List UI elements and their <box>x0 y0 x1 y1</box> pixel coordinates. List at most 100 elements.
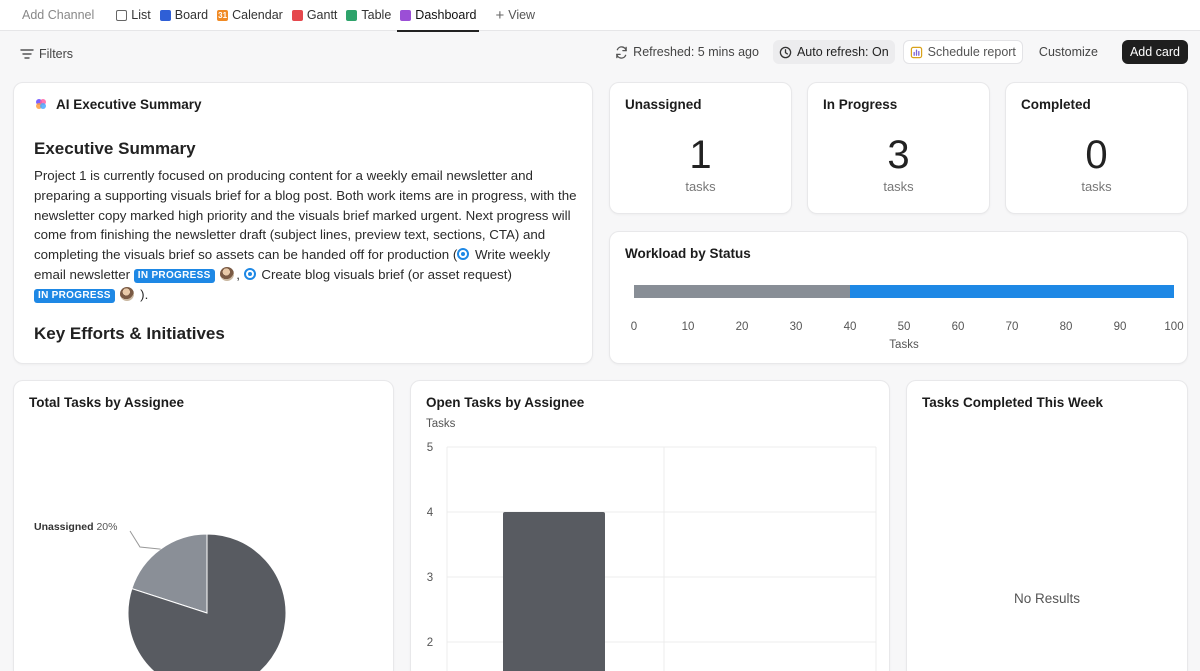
x-tick-label: 100 <box>1164 321 1183 333</box>
assignee-avatar <box>220 266 235 281</box>
plus-icon: + <box>495 6 505 24</box>
unassigned-count: 1 <box>689 133 712 177</box>
workload-chart: 0 10 20 30 40 50 60 70 80 90 100 Tasks <box>631 285 1184 351</box>
in-progress-title: In Progress <box>823 97 898 112</box>
tab-list[interactable]: List <box>116 0 151 31</box>
dashboard-toolbar: Filters Refreshed: 5 mins ago Auto refre… <box>0 31 1200 73</box>
tab-calendar[interactable]: 31 Calendar <box>217 0 283 31</box>
gantt-icon <box>291 9 303 21</box>
pie-label: Unassigned 20% <box>34 521 117 533</box>
tab-calendar-label: Calendar <box>232 8 283 22</box>
in-progress-card[interactable]: In Progress 3 tasks <box>807 82 990 214</box>
add-channel-label: Add Channel <box>22 8 95 22</box>
task-status-icon <box>457 248 470 261</box>
add-card-label: Add card <box>1129 45 1180 59</box>
ai-executive-summary-card: AI Executive Summary Executive Summary P… <box>13 82 593 364</box>
y-axis-label: Tasks <box>426 418 456 430</box>
executive-summary-text: Project 1 is currently focused on produc… <box>34 166 582 305</box>
key-efforts-heading: Key Efforts & Initiatives <box>34 324 225 343</box>
report-chart-icon <box>910 46 922 58</box>
filters-button[interactable]: Filters <box>20 42 73 66</box>
add-card-button[interactable]: Add card <box>1121 40 1188 64</box>
view-tab-bar: Add Channel List Board 31 Calendar Gantt… <box>0 0 1200 32</box>
completed-week-title: Tasks Completed This Week <box>922 395 1104 410</box>
clock-icon <box>779 46 792 58</box>
separator: , <box>236 266 240 282</box>
tab-table[interactable]: Table <box>346 0 391 31</box>
refresh-button[interactable]: Refreshed: 5 mins ago <box>609 40 765 64</box>
open-tasks-by-assignee-card: Open Tasks by Assignee Tasks 5 4 3 2 <box>410 380 890 671</box>
in-progress-count: 3 <box>887 133 910 177</box>
tab-table-label: Table <box>361 8 392 22</box>
x-tick-label: 70 <box>1006 321 1019 333</box>
ai-summary-title: AI Executive Summary <box>56 97 202 112</box>
status-badge: IN PROGRESS <box>34 288 115 303</box>
schedule-report-button[interactable]: Schedule report <box>902 40 1023 64</box>
pie-label-leader <box>129 530 161 550</box>
completed-card[interactable]: Completed 0 tasks <box>1005 82 1188 214</box>
tab-gantt-label: Gantt <box>306 8 338 22</box>
filters-label: Filters <box>39 47 74 61</box>
workload-segment-1 <box>850 285 1174 298</box>
add-view-button[interactable]: + View <box>495 0 535 31</box>
auto-refresh-label: Auto refresh: On <box>796 45 889 59</box>
completed-unit: tasks <box>1081 179 1112 194</box>
board-icon <box>159 9 171 21</box>
total-tasks-by-assignee-card: Total Tasks by Assignee Unassigned 20% <box>13 380 394 671</box>
x-tick-label: 20 <box>736 321 749 333</box>
completed-title: Completed <box>1021 97 1091 112</box>
x-tick-label: 80 <box>1060 321 1073 333</box>
summary-end: ). <box>140 286 149 302</box>
x-tick-label: 50 <box>898 321 911 333</box>
schedule-report-label: Schedule report <box>927 45 1016 59</box>
unassigned-card[interactable]: Unassigned 1 tasks <box>609 82 792 214</box>
customize-button[interactable]: Customize <box>1033 40 1104 64</box>
x-axis-label: Tasks <box>889 339 919 351</box>
table-icon <box>346 9 358 21</box>
completed-count: 0 <box>1085 133 1108 177</box>
x-tick-label: 10 <box>682 321 695 333</box>
tab-list-label: List <box>131 8 151 22</box>
in-progress-unit: tasks <box>883 179 914 194</box>
pie-chart: Unassigned 20% <box>34 521 287 671</box>
task-link-visuals-brief[interactable]: Create blog visuals brief (or asset requ… <box>261 267 512 282</box>
tab-board[interactable]: Board <box>159 0 209 31</box>
workload-by-status-card: Workload by Status 0 10 20 30 40 50 60 70 80 90 10… <box>609 231 1188 364</box>
auto-refresh-toggle[interactable]: Auto refresh: On <box>772 40 895 64</box>
tab-dashboard[interactable]: Dashboard <box>397 0 480 32</box>
x-tick-label: 60 <box>952 321 965 333</box>
no-results-message: No Results <box>1013 591 1081 606</box>
bar-chart: Tasks 5 4 3 2 <box>426 418 877 671</box>
y-tick-label: 5 <box>427 442 433 454</box>
tab-dashboard-label: Dashboard <box>415 8 477 22</box>
x-tick-label: 40 <box>844 321 857 333</box>
add-view-label: View <box>508 8 536 22</box>
bar-0 <box>503 512 605 671</box>
x-tick-label: 90 <box>1114 321 1127 333</box>
refreshed-status: Refreshed: 5 mins ago <box>633 45 759 59</box>
status-badge: IN PROGRESS <box>133 268 215 283</box>
customize-label: Customize <box>1038 45 1098 59</box>
ai-sparkle-icon <box>36 99 46 109</box>
refresh-icon <box>616 45 627 59</box>
calendar-icon: 31 <box>217 9 229 21</box>
tab-gantt[interactable]: Gantt <box>291 0 338 31</box>
unassigned-title: Unassigned <box>625 97 702 112</box>
assignee-avatar <box>120 286 135 301</box>
pie-slice-1 <box>127 533 287 671</box>
dashboard-icon <box>400 9 412 21</box>
task-status-icon <box>243 267 256 280</box>
list-icon <box>116 9 128 21</box>
x-tick-label: 0 <box>631 321 637 333</box>
workload-segment-0 <box>634 285 850 298</box>
y-tick-label: 2 <box>427 637 433 649</box>
executive-summary-heading: Executive Summary <box>34 139 196 158</box>
y-tick-label: 4 <box>427 507 434 519</box>
add-channel-tab[interactable]: Add Channel <box>22 0 94 31</box>
tasks-completed-this-week-card: Tasks Completed This Week No Results <box>906 380 1188 671</box>
x-tick-label: 30 <box>790 321 803 333</box>
y-tick-label: 3 <box>427 572 433 584</box>
tab-board-label: Board <box>174 8 209 22</box>
unassigned-unit: tasks <box>685 179 716 194</box>
filter-icon <box>20 49 34 59</box>
